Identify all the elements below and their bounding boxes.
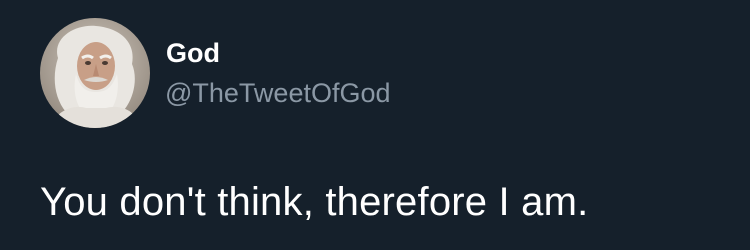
tweet-text: You don't think, therefore I am.: [40, 180, 589, 224]
author-display-name[interactable]: God: [166, 37, 220, 69]
author-handle[interactable]: @TheTweetOfGod: [165, 77, 391, 109]
avatar[interactable]: [40, 18, 150, 128]
bearded-elder-avatar-icon: [40, 18, 150, 128]
tweet-card: God @TheTweetOfGod You don't think, ther…: [0, 0, 750, 250]
